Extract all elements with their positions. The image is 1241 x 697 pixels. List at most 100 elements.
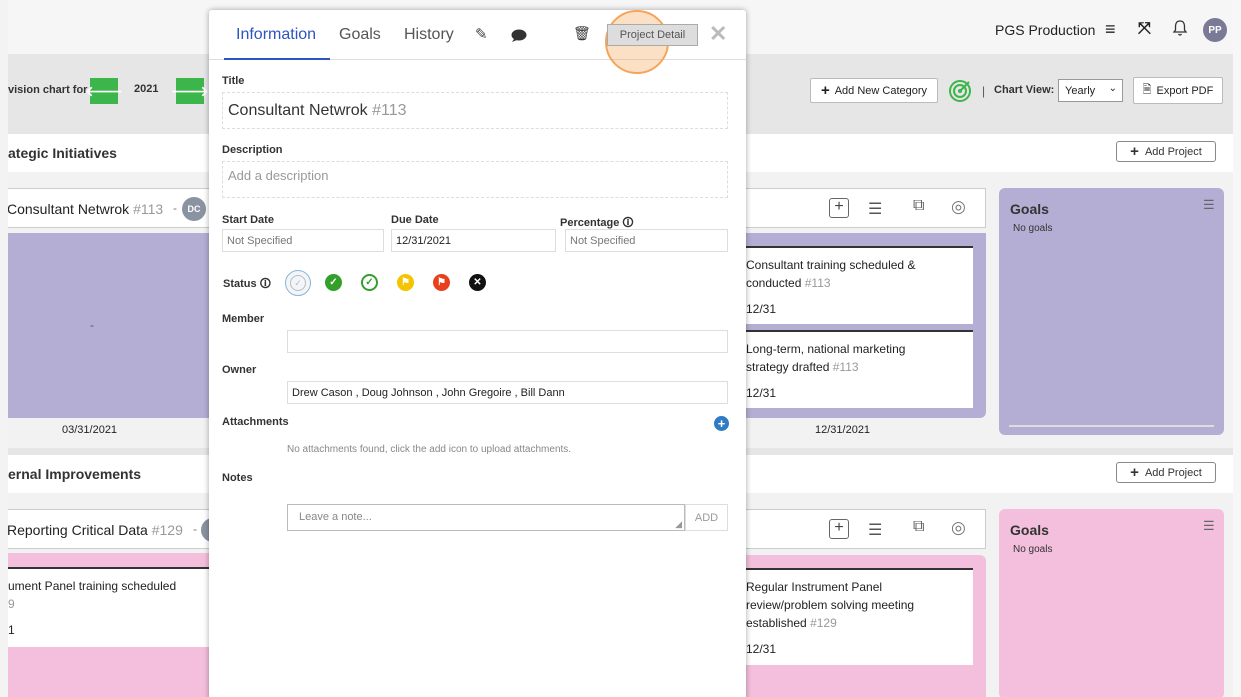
goals-panel: Goals No goals ☰	[999, 188, 1224, 435]
arrow-left-icon: 🡐	[85, 82, 123, 99]
trash-icon[interactable]: 🗑	[573, 25, 591, 42]
status-label-text: Status	[223, 278, 257, 290]
title-value: Consultant Netwrok	[228, 101, 368, 119]
project-title: Reporting Critical Data #129	[7, 522, 183, 538]
dash: -	[173, 201, 177, 215]
plus-icon: +	[1130, 143, 1139, 160]
bell-icon[interactable]	[1172, 18, 1188, 38]
target-small-icon[interactable]: ◎	[951, 197, 966, 217]
goals-title: Goals	[1010, 522, 1049, 538]
title-label: Title	[222, 75, 245, 87]
percentage-input[interactable]: Not Specified	[565, 229, 728, 252]
task-number: 9	[8, 597, 15, 611]
percentage-label-text: Percentage	[560, 217, 620, 229]
next-year-button[interactable]: 🡒	[171, 78, 209, 104]
prev-year-button[interactable]: 🡐	[85, 78, 123, 104]
timeline-panel: -	[8, 233, 213, 418]
project-detail-button[interactable]: Project Detail	[607, 24, 698, 46]
due-date-input[interactable]: 12/31/2021	[391, 229, 556, 252]
task-card[interactable]: Consultant training scheduled & conducte…	[740, 246, 973, 324]
panel-value: -	[90, 318, 94, 332]
add-attachment-icon[interactable]: +	[714, 416, 729, 431]
modal-tabs: Information Goals History ✎ 🗑 Project De…	[209, 10, 746, 74]
goals-menu-icon[interactable]: ☰	[1203, 197, 1215, 213]
chart-view-label: Chart View:	[994, 84, 1055, 96]
status-at-risk-option[interactable]: ⚑	[397, 274, 414, 291]
attachments-label: Attachments	[222, 416, 289, 428]
export-pdf-label: Export PDF	[1156, 84, 1214, 97]
check-icon: ✓	[365, 277, 374, 288]
close-icon[interactable]: ✕	[709, 21, 727, 47]
list-icon[interactable]: ☰	[868, 520, 882, 540]
avatar[interactable]: PP	[1203, 18, 1227, 42]
owner-input[interactable]: Drew Cason , Doug Johnson , John Gregoir…	[287, 381, 728, 404]
add-note-button[interactable]: ADD	[685, 504, 728, 531]
status-complete-option[interactable]: ✓	[325, 274, 342, 291]
add-project-button[interactable]: + Add Project	[1116, 462, 1216, 483]
status-on-track-option[interactable]: ✓	[361, 274, 378, 291]
status-label: Status 🛈	[223, 275, 271, 294]
start-date-input[interactable]: Not Specified	[222, 229, 384, 252]
task-column: Regular Instrument Panel review/problem …	[740, 555, 986, 697]
description-input[interactable]: Add a description	[222, 161, 728, 198]
goals-empty: No goals	[1013, 223, 1053, 234]
goals-empty: No goals	[1013, 544, 1053, 555]
status-none-option[interactable]: ✓	[285, 270, 311, 296]
tab-history[interactable]: History	[404, 26, 454, 44]
add-task-icon[interactable]: +	[829, 198, 849, 218]
add-project-label: Add Project	[1144, 145, 1202, 158]
comment-icon[interactable]	[511, 29, 527, 42]
tab-information[interactable]: Information	[236, 26, 316, 44]
task-card[interactable]: Long-term, national marketing strategy d…	[740, 330, 973, 408]
target-icon[interactable]	[948, 79, 972, 103]
description-label: Description	[222, 144, 283, 156]
chart-view-select[interactable]: Yearly ⌄	[1058, 79, 1123, 102]
add-category-button[interactable]: + Add New Category	[810, 78, 938, 103]
member-input[interactable]	[287, 330, 728, 353]
project-actions-card: + ☰ ⧉ ◎	[740, 188, 986, 228]
add-task-icon[interactable]: +	[829, 519, 849, 539]
task-card[interactable]: ument Panel training scheduled 9 1	[8, 567, 213, 647]
goals-menu-icon[interactable]: ☰	[1203, 518, 1215, 534]
external-link-icon[interactable]: ⧉	[913, 197, 924, 215]
add-project-button[interactable]: + Add Project	[1116, 141, 1216, 162]
pdf-icon: 🗎	[1142, 84, 1152, 96]
flag-icon: ⚑	[437, 277, 446, 288]
status-cancelled-option[interactable]: ✕	[469, 274, 486, 291]
scrollbar[interactable]	[1233, 0, 1241, 697]
task-date: 1	[8, 623, 15, 637]
project-number: #113	[133, 201, 164, 217]
divider: |	[982, 84, 986, 98]
task-title-line: Regular Instrument Panel	[746, 580, 883, 594]
external-link-icon[interactable]: ⧉	[913, 518, 924, 536]
project-card[interactable]: Reporting Critical Data #129 -	[0, 509, 230, 549]
task-date: 12/31	[746, 302, 777, 316]
menu-icon[interactable]: ≡	[1105, 19, 1116, 40]
year-label: 2021	[134, 83, 159, 95]
list-icon[interactable]: ☰	[868, 199, 882, 219]
task-card[interactable]: Regular Instrument Panel review/problem …	[740, 568, 973, 665]
task-number: #113	[804, 276, 831, 290]
tab-goals[interactable]: Goals	[339, 26, 381, 44]
add-category-label: Add New Category	[834, 84, 928, 97]
project-modal: Information Goals History ✎ 🗑 Project De…	[209, 10, 746, 697]
title-number: #113	[372, 101, 407, 119]
task-title-line: ument Panel training scheduled	[8, 579, 177, 593]
fullscreen-icon[interactable]: ⤧	[1138, 20, 1151, 38]
goals-panel: Goals No goals ☰	[999, 509, 1224, 697]
title-input[interactable]: Consultant Netwrok #113	[222, 92, 728, 129]
status-off-track-option[interactable]: ⚑	[433, 274, 450, 291]
task-title-line: Consultant training scheduled &	[746, 258, 916, 272]
target-small-icon[interactable]: ◎	[951, 518, 966, 538]
project-number: #129	[151, 522, 183, 538]
owner-label: Owner	[222, 364, 257, 376]
left-edge	[0, 0, 8, 697]
category-title: ategic Initiatives	[8, 145, 117, 161]
export-pdf-button[interactable]: 🗎 Export PDF	[1133, 77, 1223, 104]
note-input[interactable]: Leave a note... ◢	[287, 504, 685, 531]
paperclip-icon[interactable]: ✎	[475, 25, 488, 43]
member-label: Member	[222, 313, 265, 325]
project-card[interactable]: Consultant Netwrok #113 - DC	[0, 188, 230, 228]
project-title-text: Reporting Critical Data	[7, 522, 148, 538]
arrow-right-icon: 🡒	[171, 82, 209, 99]
